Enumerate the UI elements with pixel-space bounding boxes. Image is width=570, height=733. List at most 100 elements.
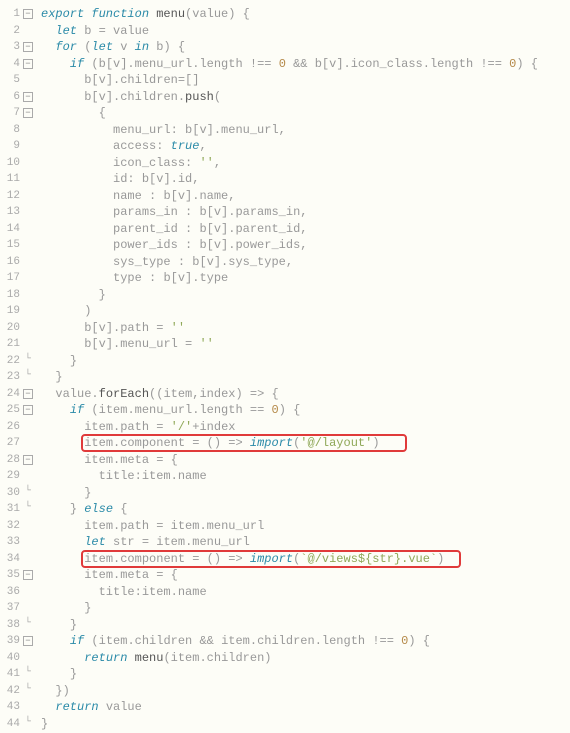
gutter-line: 35− [0,567,33,584]
token-pl: ) { [163,40,185,54]
fold-toggle-icon[interactable]: − [23,636,33,646]
token-pl: , [300,238,307,252]
code-line[interactable]: export function menu(value) { [41,6,570,23]
code-line[interactable]: ) [41,303,570,320]
code-line[interactable]: parent_id : b[v].parent_id, [41,221,570,238]
code-line[interactable]: access: true, [41,138,570,155]
code-line[interactable]: return value [41,699,570,716]
code-line[interactable]: id: b[v].id, [41,171,570,188]
code-line[interactable]: }) [41,683,570,700]
fold-toggle-icon[interactable]: − [23,389,33,399]
token-pl: { [163,453,177,467]
code-line[interactable]: sys_type : b[v].sys_type, [41,254,570,271]
code-line[interactable]: } [41,617,570,634]
code-line[interactable]: if (b[v].menu_url.length !== 0 && b[v].i… [41,56,570,73]
code-line[interactable]: if (item.menu_url.length == 0) { [41,402,570,419]
fold-toggle-icon[interactable]: − [23,42,33,52]
code-line[interactable]: for (let v in b) { [41,39,570,56]
token-pl: [ [91,73,98,87]
code-line[interactable]: } [41,287,570,304]
token-pl: ]. [221,238,235,252]
token-pl: ) { [408,634,430,648]
token-id: index [199,420,235,434]
code-line[interactable]: item.meta = { [41,452,570,469]
code-line[interactable]: b[v].menu_url = '' [41,336,570,353]
fold-toggle-icon[interactable]: − [23,570,33,580]
code-line[interactable]: } [41,666,570,683]
code-line[interactable]: } [41,353,570,370]
token-pl: . [127,634,134,648]
token-bool: true [171,139,200,153]
code-line[interactable]: item.path = '/'+index [41,419,570,436]
fold-toggle-icon[interactable]: − [23,59,33,69]
token-fn: menu [156,7,185,21]
code-line[interactable]: { [41,105,570,122]
fold-toggle-icon[interactable]: − [23,108,33,118]
gutter-line: 31└ [0,501,33,518]
code-line[interactable]: if (item.children && item.children.lengt… [41,633,570,650]
gutter-line: 33 [0,534,33,551]
code-line[interactable]: type : b[v].type [41,270,570,287]
token-pl: ( [163,651,170,665]
token-kw: export function [41,7,149,21]
fold-spacer [23,554,33,564]
token-pl: ( [77,40,91,54]
code-line[interactable]: icon_class: '', [41,155,570,172]
token-pl: ( [84,403,98,417]
token-pl: ( [84,634,98,648]
token-pl: ]. [106,337,120,351]
code-line[interactable]: item.component = () => import('@/layout'… [41,435,570,452]
code-line[interactable]: } [41,716,570,733]
fold-toggle-icon[interactable]: − [23,405,33,415]
gutter-line: 27 [0,435,33,452]
code-line[interactable]: title:item.name [41,584,570,601]
token-prop: name [113,189,142,203]
code-line[interactable]: title:item.name [41,468,570,485]
code-line[interactable]: b[v].children=[] [41,72,570,89]
code-line[interactable]: item.meta = { [41,567,570,584]
code-line[interactable]: value.forEach((item,index) => { [41,386,570,403]
code-line[interactable]: power_ids : b[v].power_ids, [41,237,570,254]
fold-toggle-icon[interactable]: − [23,455,33,465]
token-id: v [178,271,185,285]
code-area[interactable]: export function menu(value) { let b = va… [35,0,570,733]
code-line[interactable]: b[v].children.push( [41,89,570,106]
code-line[interactable]: } [41,600,570,617]
token-id: item [84,420,113,434]
line-number: 13 [0,204,20,221]
code-line[interactable]: let b = value [41,23,570,40]
code-line[interactable]: menu_url: b[v].menu_url, [41,122,570,139]
token-pl [271,57,278,71]
code-line[interactable]: params_in : b[v].params_in, [41,204,570,221]
code-line[interactable]: item.component = () => import(`@/views${… [41,551,570,568]
token-id: b [99,57,106,71]
gutter-line: 6− [0,89,33,106]
gutter-line: 18 [0,287,33,304]
token-pl: } [70,354,77,368]
line-number: 8 [0,122,20,139]
token-op: => [250,387,264,401]
gutter-line: 9 [0,138,33,155]
line-number: 7 [0,105,20,122]
line-number: 38 [0,617,20,634]
token-pl: ]. [120,57,134,71]
token-id: v [214,205,221,219]
fold-spacer [23,224,33,234]
code-line[interactable]: } else { [41,501,570,518]
token-pl: , [300,205,307,219]
fold-toggle-icon[interactable]: − [23,9,33,19]
code-line[interactable]: } [41,369,570,386]
gutter-line: 42└ [0,683,33,700]
token-pl: [ [199,255,206,269]
code-line[interactable]: return menu(item.children) [41,650,570,667]
code-line[interactable]: name : b[v].name, [41,188,570,205]
fold-toggle-icon[interactable]: − [23,92,33,102]
code-line[interactable]: b[v].path = '' [41,320,570,337]
line-number: 16 [0,254,20,271]
code-line[interactable]: } [41,485,570,502]
token-op: && [293,57,307,71]
code-line[interactable]: let str = item.menu_url [41,534,570,551]
token-pl: } [70,502,84,516]
gutter-line: 40 [0,650,33,667]
code-line[interactable]: item.path = item.menu_url [41,518,570,535]
